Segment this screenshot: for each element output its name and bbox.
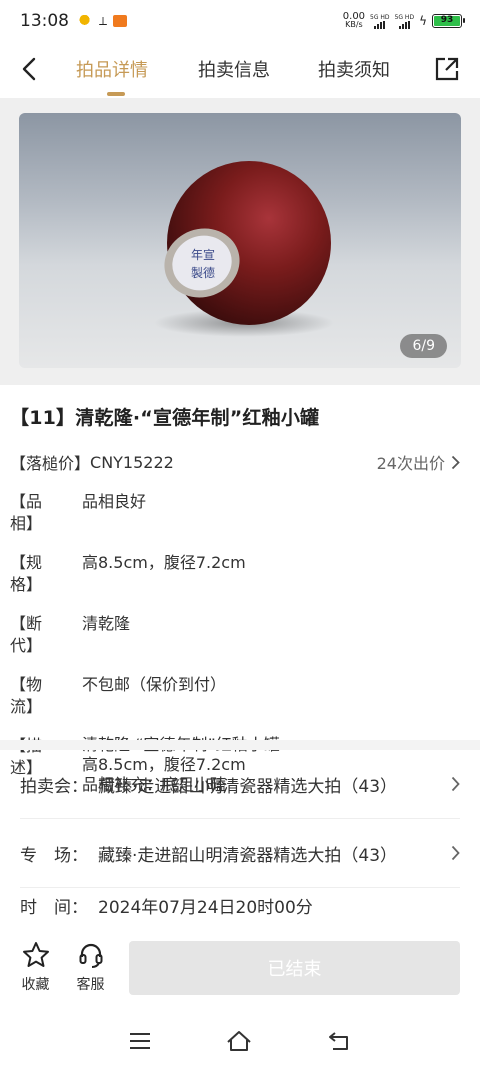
net-speed: 0.00 KB/s — [342, 11, 366, 29]
specs-row: 【规 格】 高8.5cm，腹径7.2cm — [10, 553, 246, 594]
chevron-right-icon — [451, 776, 460, 792]
section-divider — [0, 740, 480, 750]
customer-service-button[interactable]: 客服 — [63, 941, 118, 994]
image-carousel-area: 年宣 製德 6/9 — [0, 98, 480, 385]
menu-icon[interactable] — [129, 1032, 151, 1050]
chevron-right-icon — [451, 845, 460, 861]
auction-time-item: 时 间： 2024年07月24日20时00分 — [20, 898, 313, 918]
top-nav: 拍品详情 拍卖信息 拍卖须知 — [0, 42, 480, 98]
auction-info-list: 拍卖会： 藏臻·走进韶山明清瓷器精选大拍（43） 专 场： 藏臻·走进韶山明清瓷… — [0, 750, 480, 918]
home-icon[interactable] — [226, 1030, 252, 1052]
back-nav-icon[interactable] — [327, 1031, 351, 1051]
app-notification-icon — [113, 15, 128, 27]
price-value: CNY15222 — [90, 452, 174, 472]
chevron-right-icon — [451, 455, 460, 469]
lot-title: 【11】清乾隆·“宣德年制”红釉小罐 — [10, 407, 320, 429]
red-glazed-jar-image: 年宣 製德 — [154, 161, 334, 337]
svg-text:年宣: 年宣 — [191, 247, 215, 262]
lot-details: 【11】清乾隆·“宣德年制”红釉小罐 【落槌价】 CNY15222 24次出价 … — [0, 385, 480, 794]
star-icon — [22, 942, 49, 967]
back-button[interactable] — [14, 54, 44, 84]
lot-image[interactable]: 年宣 製德 6/9 — [19, 113, 461, 368]
tab-auction-notice[interactable]: 拍卖须知 — [318, 56, 390, 82]
notification-icons: ⟂ — [79, 13, 128, 29]
price-label: 【落槌价】 — [10, 454, 91, 473]
period-row: 【断 代】 清乾隆 — [10, 614, 131, 655]
auction-session-item[interactable]: 拍卖会： 藏臻·走进韶山明清瓷器精选大拍（43） — [20, 750, 460, 819]
chevron-left-icon — [22, 57, 36, 81]
svg-text:製德: 製德 — [191, 265, 215, 280]
auction-ended-button[interactable]: 已结束 — [129, 941, 460, 995]
charging-icon: ϟ — [419, 14, 427, 28]
signal-strength-icon: 5G HD — [370, 14, 390, 29]
weather-icon — [79, 15, 93, 27]
tab-lot-details[interactable]: 拍品详情 — [76, 56, 148, 82]
share-icon — [435, 57, 459, 81]
battery-icon: 93 — [432, 14, 465, 28]
shipping-row: 【物 流】 不包邮（保价到付） — [10, 675, 227, 716]
system-navigation-bar — [0, 1015, 480, 1067]
auction-special-item[interactable]: 专 场： 藏臻·走进韶山明清瓷器精选大拍（43） — [20, 819, 460, 888]
tab-auction-info[interactable]: 拍卖信息 — [198, 56, 270, 82]
signal-strength-icon: 5G HD — [395, 14, 414, 29]
status-time: 13:08 — [20, 11, 69, 31]
image-counter: 6/9 — [400, 334, 447, 358]
condition-row: 【品 相】 品相良好 — [10, 492, 147, 533]
headset-icon — [79, 943, 102, 968]
status-bar: 13:08 ⟂ 0.00 KB/s 5G HD 5G HD ϟ 93 — [0, 0, 480, 42]
favorite-button[interactable]: 收藏 — [8, 941, 63, 994]
bid-history-link[interactable]: 24次出价 — [377, 450, 470, 474]
bottom-action-bar: 收藏 客服 已结束 — [0, 925, 480, 1015]
share-button[interactable] — [432, 54, 462, 84]
price-row: 【落槌价】 CNY15222 24次出价 — [10, 450, 470, 474]
active-tab-indicator — [107, 92, 125, 96]
text-notification-icon: ⟂ — [99, 13, 108, 28]
bid-count: 24次出价 — [376, 454, 445, 473]
